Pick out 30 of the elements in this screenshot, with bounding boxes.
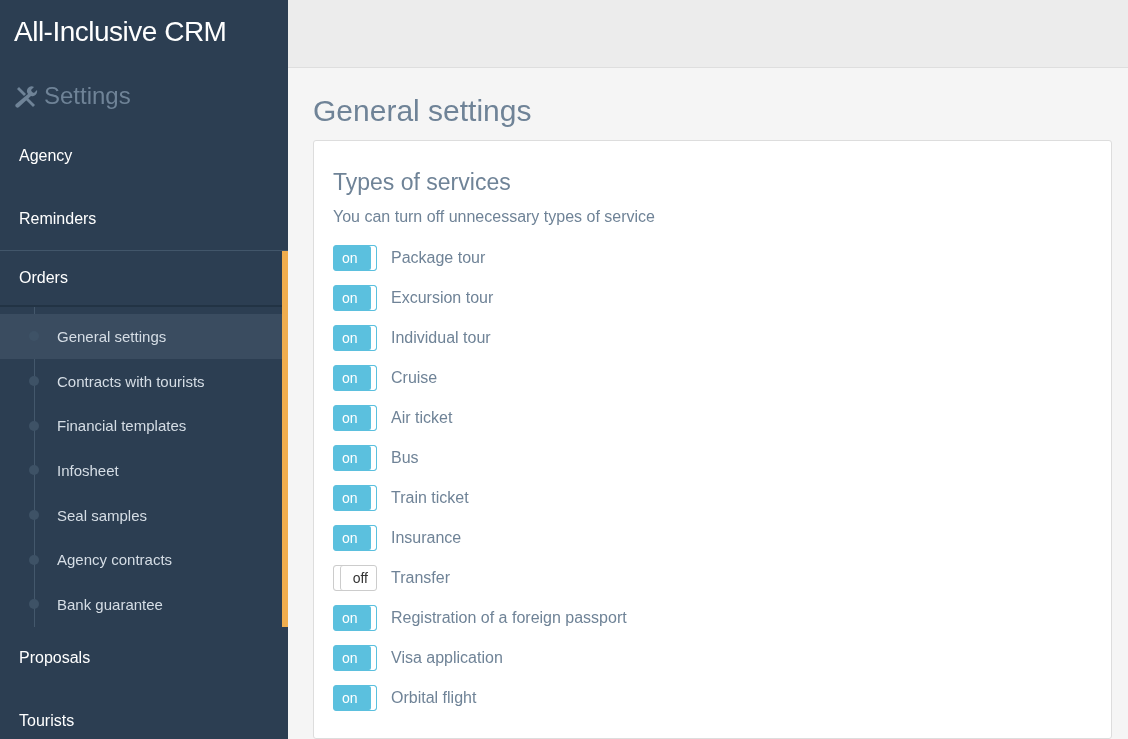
sidebar-subitem[interactable]: Financial templates xyxy=(0,403,282,449)
service-label: Transfer xyxy=(391,569,450,587)
sidebar-subitem[interactable]: Contracts with tourists xyxy=(0,358,282,404)
sidebar-item[interactable]: Reminders xyxy=(0,187,288,250)
service-label: Orbital flight xyxy=(391,689,477,707)
service-label: Bus xyxy=(391,449,419,467)
toggle-switch[interactable]: off xyxy=(333,565,377,591)
service-label: Package tour xyxy=(391,249,486,267)
service-label: Train ticket xyxy=(391,489,469,507)
sidebar-subitem[interactable]: Infosheet xyxy=(0,448,282,493)
card-description: You can turn off unnecessary types of service xyxy=(333,208,656,226)
service-label: Individual tour xyxy=(391,329,491,347)
sidebar-subitem[interactable]: General settings xyxy=(0,314,282,359)
service-label: Visa application xyxy=(391,649,503,667)
service-label: Air ticket xyxy=(391,409,453,427)
sidebar-item[interactable]: Tourists xyxy=(0,689,288,739)
service-label: Registration of a foreign passport xyxy=(391,609,627,627)
sidebar-item[interactable]: Agency xyxy=(0,124,288,187)
page-title: General settings xyxy=(313,94,533,128)
card-title: Types of services xyxy=(333,169,512,196)
sidebar-subitem[interactable]: Agency contracts xyxy=(0,537,282,583)
section-title: Settings xyxy=(44,82,131,110)
service-label: Excursion tour xyxy=(391,289,494,307)
service-label: Cruise xyxy=(391,369,438,387)
sidebar-subitem[interactable]: Seal samples xyxy=(0,492,282,538)
wrench-screwdriver-icon xyxy=(14,84,38,108)
sidebar-item[interactable]: Proposals xyxy=(0,626,288,690)
service-label: Insurance xyxy=(391,529,462,547)
sidebar-subitem[interactable]: Bank guarantee xyxy=(0,582,282,627)
brand-title: All-Inclusive CRM xyxy=(13,15,228,49)
